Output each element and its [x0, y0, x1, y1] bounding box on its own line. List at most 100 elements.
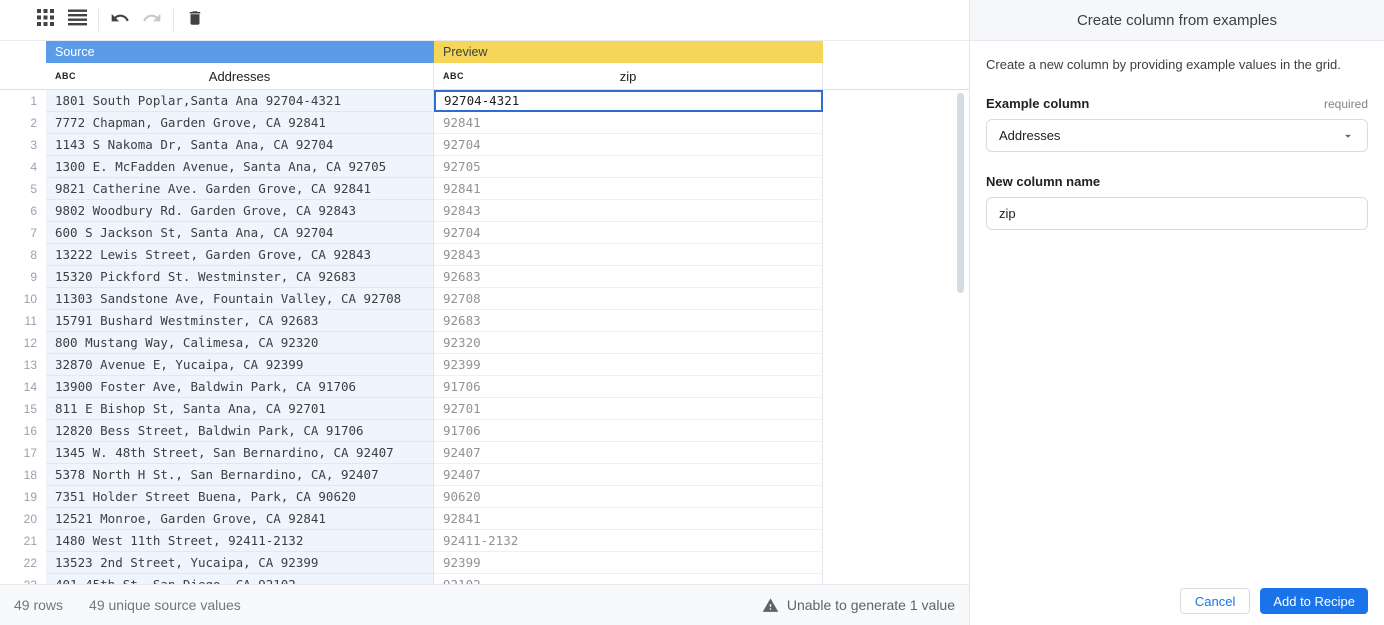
- zip-preview-cell[interactable]: 92843: [434, 200, 823, 222]
- table-row: 6 9802 Woodbury Rd. Garden Grove, CA 9284…: [0, 200, 969, 222]
- row-number: 10: [23, 292, 37, 306]
- zip-preview-cell[interactable]: 92841: [434, 178, 823, 200]
- list-view-button[interactable]: [64, 7, 90, 33]
- address-cell[interactable]: 7772 Chapman, Garden Grove, CA 92841: [46, 112, 434, 134]
- zip-preview-cell[interactable]: 92399: [434, 354, 823, 376]
- address-cell[interactable]: 1345 W. 48th Street, San Bernardino, CA …: [46, 442, 434, 464]
- cancel-button[interactable]: Cancel: [1179, 588, 1251, 614]
- panel-body: Create a new column by providing example…: [970, 41, 1384, 246]
- add-to-recipe-button[interactable]: Add to Recipe: [1260, 588, 1368, 614]
- row-count: 49 rows: [14, 597, 64, 613]
- zip-preview-cell[interactable]: 92704: [434, 134, 823, 156]
- gutter-spacer: [0, 63, 46, 89]
- zip-preview-cell[interactable]: 91706: [434, 376, 823, 398]
- address-cell[interactable]: 1143 S Nakoma Dr, Santa Ana, CA 92704: [46, 134, 434, 156]
- address-cell[interactable]: 9802 Woodbury Rd. Garden Grove, CA 92843: [46, 200, 434, 222]
- unique-values-count: 49 unique source values: [89, 597, 241, 613]
- grid-view-button[interactable]: [32, 7, 58, 33]
- row-number: 12: [23, 336, 37, 350]
- redo-button[interactable]: [139, 7, 165, 33]
- address-cell[interactable]: 1300 E. McFadden Avenue, Santa Ana, CA 9…: [46, 156, 434, 178]
- address-cell[interactable]: 12820 Bess Street, Baldwin Park, CA 9170…: [46, 420, 434, 442]
- zip-preview-cell[interactable]: 92704: [434, 222, 823, 244]
- zip-preview-cell[interactable]: 91706: [434, 420, 823, 442]
- panel-description: Create a new column by providing example…: [986, 57, 1341, 72]
- source-band: Source: [46, 41, 434, 63]
- address-cell[interactable]: 12521 Monroe, Garden Grove, CA 92841: [46, 508, 434, 530]
- grid-view-icon: [36, 9, 54, 31]
- preview-grid: Source Preview ABC Addresses ABC zip 1 18…: [0, 41, 969, 584]
- zip-preview-cell[interactable]: 92841: [434, 508, 823, 530]
- row-number: 23: [0, 574, 46, 584]
- example-column-select[interactable]: Addresses: [986, 119, 1368, 152]
- zip-preview-cell[interactable]: 92320: [434, 332, 823, 354]
- row-number: 5: [30, 182, 37, 196]
- table-row: 21 1480 West 11th Street, 92411-2132 92411…: [0, 530, 969, 552]
- zip-preview-cell[interactable]: 92841: [434, 112, 823, 134]
- source-column-header[interactable]: ABC Addresses: [46, 63, 434, 89]
- grid-section: Source Preview ABC Addresses ABC zip 1 18…: [0, 0, 970, 625]
- address-cell[interactable]: 1480 West 11th Street, 92411-2132: [46, 530, 434, 552]
- toolbar-divider: [173, 9, 174, 31]
- row-number: 20: [23, 512, 37, 526]
- row-number: 18: [23, 468, 37, 482]
- table-row: 17 1345 W. 48th Street, San Bernardino, C…: [0, 442, 969, 464]
- address-cell[interactable]: 13523 2nd Street, Yucaipa, CA 92399: [46, 552, 434, 574]
- new-column-name-input[interactable]: [986, 197, 1368, 230]
- zip-preview-cell[interactable]: 92102: [434, 574, 823, 584]
- address-cell[interactable]: 7351 Holder Street Buena, Park, CA 90620: [46, 486, 434, 508]
- list-view-icon: [67, 9, 87, 31]
- new-column-name-label: New column name: [986, 174, 1101, 189]
- address-cell[interactable]: 401 45th St. San Diego, CA 92102: [46, 574, 434, 584]
- address-cell[interactable]: 13222 Lewis Street, Garden Grove, CA 928…: [46, 244, 434, 266]
- address-cell[interactable]: 9821 Catherine Ave. Garden Grove, CA 928…: [46, 178, 434, 200]
- example-column-label-row: Example column required: [986, 96, 1368, 111]
- zip-preview-cell[interactable]: 92705: [434, 156, 823, 178]
- zip-preview-cell[interactable]: 92683: [434, 266, 823, 288]
- string-type-icon: ABC: [55, 71, 76, 81]
- address-cell[interactable]: 800 Mustang Way, Calimesa, CA 92320: [46, 332, 434, 354]
- grid-toolbar: [0, 0, 969, 41]
- address-cell[interactable]: 11303 Sandstone Ave, Fountain Valley, CA…: [46, 288, 434, 310]
- panel-footer: Cancel Add to Recipe: [1179, 588, 1368, 614]
- address-cell[interactable]: 600 S Jackson St, Santa Ana, CA 92704: [46, 222, 434, 244]
- table-row: 4 1300 E. McFadden Avenue, Santa Ana, CA …: [0, 156, 969, 178]
- preview-column-header[interactable]: ABC zip: [434, 63, 823, 89]
- address-cell[interactable]: 15791 Bushard Westminster, CA 92683: [46, 310, 434, 332]
- address-cell[interactable]: 811 E Bishop St, Santa Ana, CA 92701: [46, 398, 434, 420]
- undo-button[interactable]: [107, 7, 133, 33]
- zip-preview-cell[interactable]: 90620: [434, 486, 823, 508]
- zip-preview-cell[interactable]: 92683: [434, 310, 823, 332]
- address-cell[interactable]: 1801 South Poplar,Santa Ana 92704-4321: [46, 90, 434, 112]
- example-column-selected-value: Addresses: [999, 128, 1061, 143]
- zip-preview-cell[interactable]: 92411-2132: [434, 530, 823, 552]
- address-cell[interactable]: 15320 Pickford St. Westminster, CA 92683: [46, 266, 434, 288]
- undo-icon: [110, 8, 130, 33]
- table-row: 20 12521 Monroe, Garden Grove, CA 92841 92…: [0, 508, 969, 530]
- table-row: 11 15791 Bushard Westminster, CA 92683 926…: [0, 310, 969, 332]
- warning-icon: [762, 597, 779, 614]
- zip-preview-cell[interactable]: 92399: [434, 552, 823, 574]
- zip-preview-cell[interactable]: 92407: [434, 464, 823, 486]
- address-cell[interactable]: 5378 North H St., San Bernardino, CA, 92…: [46, 464, 434, 486]
- address-cell[interactable]: 13900 Foster Ave, Baldwin Park, CA 91706: [46, 376, 434, 398]
- zip-preview-cell[interactable]: 92701: [434, 398, 823, 420]
- table-row: 12 800 Mustang Way, Calimesa, CA 92320 923…: [0, 332, 969, 354]
- zip-preview-cell[interactable]: 92407: [434, 442, 823, 464]
- table-row: 5 9821 Catherine Ave. Garden Grove, CA 92…: [0, 178, 969, 200]
- zip-preview-cell[interactable]: 92708: [434, 288, 823, 310]
- address-cell[interactable]: 32870 Avenue E, Yucaipa, CA 92399: [46, 354, 434, 376]
- table-row: 1 1801 South Poplar,Santa Ana 92704-4321 9…: [0, 90, 969, 112]
- vertical-scrollbar[interactable]: [957, 93, 964, 293]
- generation-warning: Unable to generate 1 value: [762, 597, 955, 614]
- row-number: 19: [23, 490, 37, 504]
- zip-example-cell[interactable]: 92704-4321: [434, 90, 823, 112]
- redo-icon: [142, 8, 162, 33]
- example-column-label: Example column: [986, 96, 1090, 111]
- delete-button[interactable]: [182, 7, 208, 33]
- table-row: 10 11303 Sandstone Ave, Fountain Valley, …: [0, 288, 969, 310]
- zip-preview-cell[interactable]: 92843: [434, 244, 823, 266]
- row-number: 22: [23, 556, 37, 570]
- band-row: Source Preview: [0, 41, 969, 63]
- table-row: 16 12820 Bess Street, Baldwin Park, CA 91…: [0, 420, 969, 442]
